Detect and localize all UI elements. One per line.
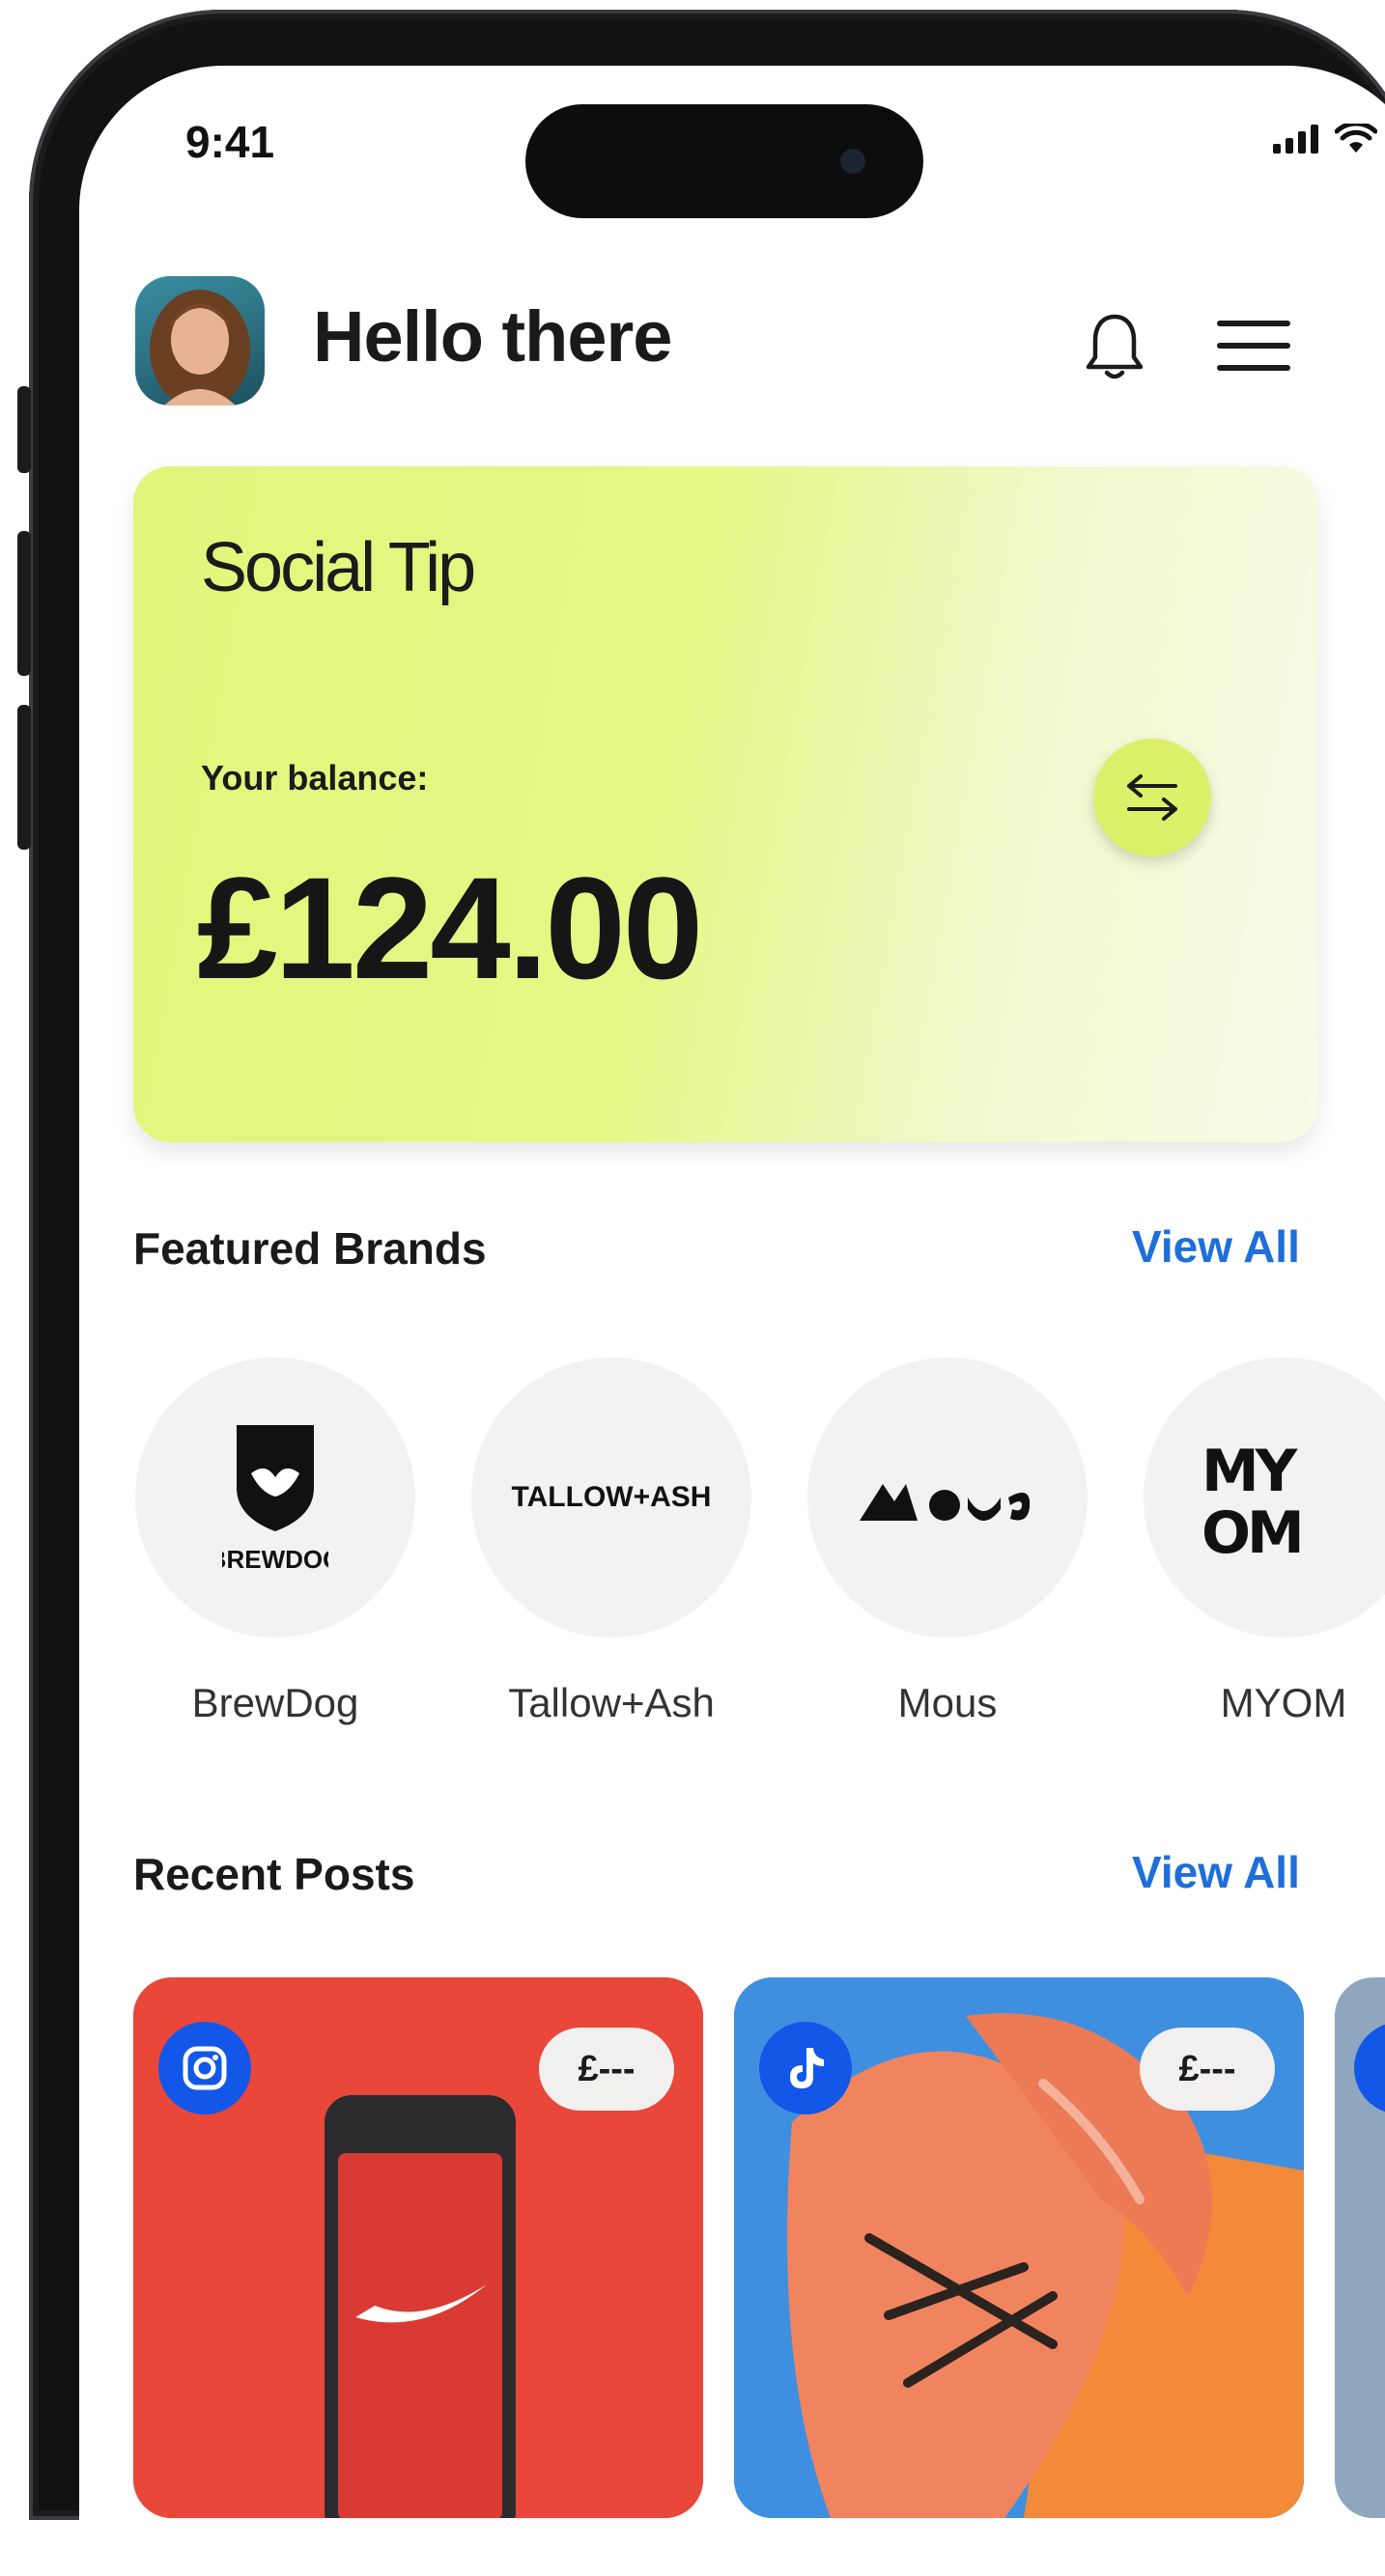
tiktok-icon	[790, 2048, 824, 2088]
tiktok-badge	[759, 2022, 852, 2114]
avatar[interactable]	[135, 276, 265, 406]
brand-item-myom[interactable]: MY OM MYOM	[1144, 1358, 1385, 1726]
post-price-badge: £---	[539, 2028, 674, 2111]
wifi-icon	[1335, 124, 1377, 153]
brewdog-logo-icon: BREWDOG	[222, 1425, 328, 1574]
front-camera	[840, 149, 865, 174]
svg-text:MY: MY	[1201, 1438, 1299, 1505]
brand-item-mous[interactable]: Mous	[807, 1358, 1088, 1726]
recent-posts-view-all-link[interactable]: View All	[1132, 1846, 1300, 1898]
post-card[interactable]	[1335, 1977, 1385, 2518]
greeting-title: Hello there	[313, 296, 672, 377]
app-screen: 9:41 Hello there Social Tip Your balance…	[79, 66, 1385, 2576]
brand-logo-circle: TALLOW+ASH	[471, 1358, 751, 1638]
brand-item-brewdog[interactable]: BREWDOG BrewDog	[135, 1358, 415, 1726]
brand-logo-circle: MY OM	[1144, 1358, 1385, 1638]
brand-name: Tallow+Ash	[508, 1680, 715, 1725]
post-card[interactable]: £---	[734, 1977, 1304, 2518]
post-card[interactable]: £---	[133, 1977, 703, 2518]
brand-logo-circle: BREWDOG	[135, 1358, 415, 1638]
card-title: Social Tip	[201, 529, 476, 606]
hamburger-menu-icon[interactable]	[1215, 319, 1292, 373]
side-button-action	[17, 386, 31, 473]
brand-item-tallow-ash[interactable]: TALLOW+ASH Tallow+Ash	[471, 1358, 751, 1726]
avatar-portrait	[150, 290, 250, 406]
brand-logo-circle	[807, 1358, 1088, 1638]
side-button-volume-up	[17, 531, 31, 676]
swap-arrows-icon	[1127, 774, 1177, 821]
post-price-badge: £---	[1140, 2028, 1275, 2111]
brewdog-logo-text: BREWDOG	[222, 1545, 328, 1574]
tallow-ash-logo-text: TALLOW+ASH	[511, 1481, 712, 1513]
status-time: 9:41	[185, 117, 275, 167]
social-badge	[1354, 2022, 1385, 2114]
balance-label: Your balance:	[201, 758, 429, 798]
mous-logo-icon	[860, 1484, 1031, 1521]
recent-posts-title: Recent Posts	[133, 1849, 415, 1899]
status-icons	[1273, 124, 1385, 154]
svg-text:OM: OM	[1201, 1499, 1301, 1560]
brand-name: Mous	[897, 1680, 998, 1725]
instagram-badge	[158, 2022, 251, 2114]
balance-amount: £124.00	[197, 847, 703, 1009]
bell-icon[interactable]	[1084, 311, 1145, 384]
featured-brands-view-all-link[interactable]: View All	[1132, 1220, 1300, 1273]
signal-icon	[1273, 125, 1318, 154]
myom-logo-icon: MY OM	[1201, 1438, 1305, 1560]
featured-brands-title: Featured Brands	[133, 1223, 487, 1274]
side-button-volume-down	[17, 705, 31, 850]
transfer-button[interactable]	[1093, 739, 1211, 856]
instagram-icon	[183, 2046, 227, 2090]
brand-name: BrewDog	[191, 1680, 359, 1725]
dynamic-island	[525, 104, 923, 218]
balance-card[interactable]: Social Tip Your balance: £124.00	[133, 466, 1317, 1142]
brand-name: MYOM	[1220, 1680, 1347, 1725]
